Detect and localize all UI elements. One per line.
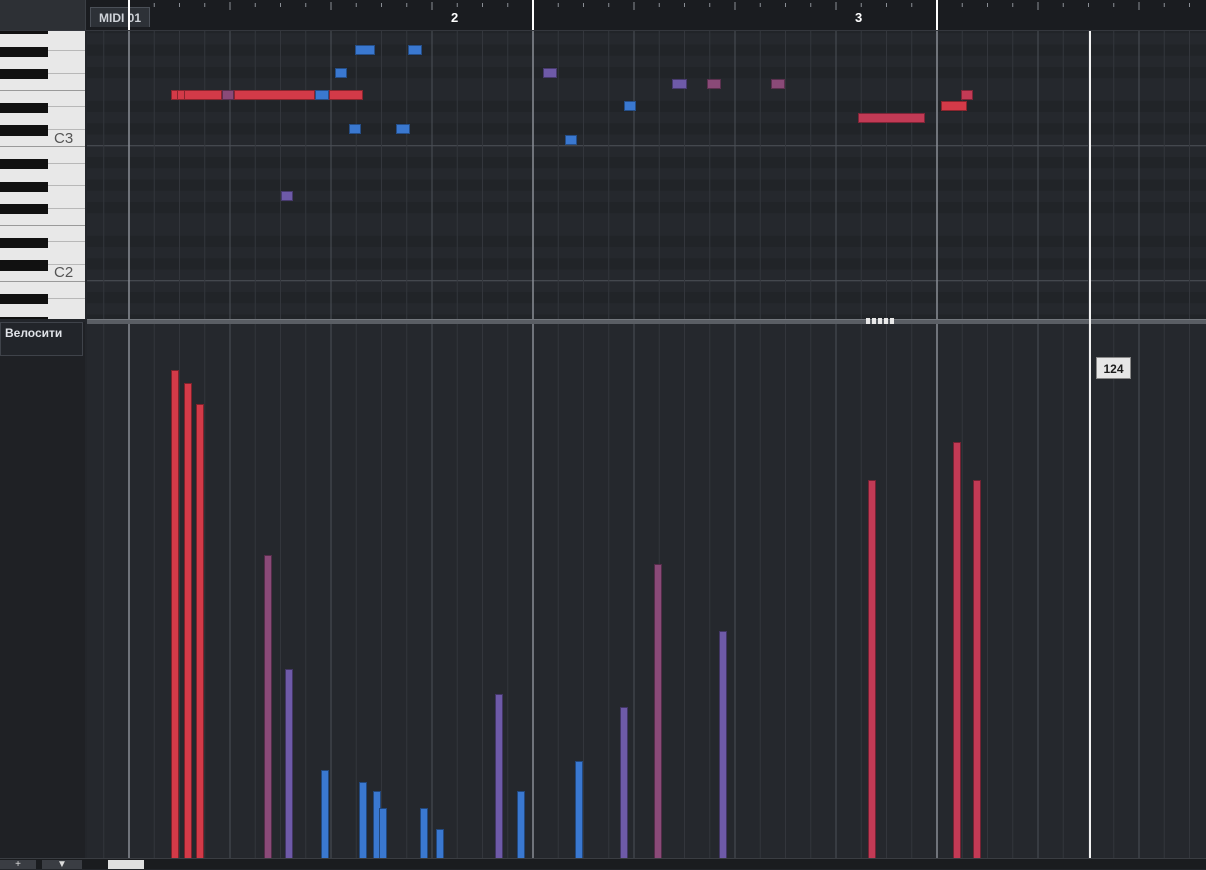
midi-note[interactable] xyxy=(941,101,968,112)
midi-note[interactable] xyxy=(234,90,315,101)
velocity-bar[interactable] xyxy=(494,694,503,858)
ruler-ticks: 2 3 xyxy=(128,0,1190,30)
black-key[interactable] xyxy=(0,46,48,57)
white-key-divider xyxy=(0,145,85,147)
black-key[interactable] xyxy=(0,204,48,215)
midi-note[interactable] xyxy=(328,90,364,101)
velocity-bar[interactable] xyxy=(973,479,982,858)
midi-note[interactable] xyxy=(314,90,329,101)
controller-lane-header: Велосити xyxy=(0,322,85,868)
midi-note[interactable] xyxy=(349,123,362,134)
black-key[interactable] xyxy=(0,31,48,35)
velocity-bar[interactable] xyxy=(379,807,388,858)
velocity-bar[interactable] xyxy=(419,807,428,858)
velocity-bar[interactable] xyxy=(619,706,628,858)
velocity-bar[interactable] xyxy=(183,382,192,858)
velocity-bar[interactable] xyxy=(654,563,663,858)
velocity-bar[interactable] xyxy=(359,782,368,858)
velocity-bar[interactable] xyxy=(516,790,525,858)
timeline-ruler[interactable]: MIDI 01 2 3 xyxy=(0,0,1206,31)
black-key[interactable] xyxy=(0,316,48,319)
midi-note[interactable] xyxy=(543,67,558,78)
velocity-grid-lines xyxy=(103,324,1190,858)
white-key-divider xyxy=(0,224,85,226)
velocity-bar[interactable] xyxy=(195,403,204,858)
velocity-bar[interactable] xyxy=(575,761,584,858)
black-key[interactable] xyxy=(0,159,48,170)
key-label-c3: C3 xyxy=(54,130,74,147)
black-key[interactable] xyxy=(0,237,48,248)
velocity-bar[interactable] xyxy=(718,630,727,858)
note-grid[interactable] xyxy=(87,31,1206,319)
midi-note[interactable] xyxy=(858,112,925,123)
velocity-bar[interactable] xyxy=(171,370,180,858)
midi-note[interactable] xyxy=(407,45,422,56)
key-label-c2: C2 xyxy=(54,264,74,281)
velocity-bar[interactable] xyxy=(320,769,329,858)
black-key[interactable] xyxy=(0,102,48,113)
velocity-bar[interactable] xyxy=(868,479,877,858)
midi-note[interactable] xyxy=(335,67,348,78)
project-cursor[interactable] xyxy=(1089,31,1091,858)
black-key[interactable] xyxy=(0,69,48,80)
midi-note[interactable] xyxy=(672,78,687,89)
velocity-lane[interactable] xyxy=(87,324,1206,858)
white-key-divider xyxy=(0,280,85,282)
black-key[interactable] xyxy=(0,181,48,192)
midi-note[interactable] xyxy=(565,135,578,146)
bar-2-number: 2 xyxy=(451,10,458,25)
black-key[interactable] xyxy=(0,125,48,136)
note-grid-lines xyxy=(87,31,1206,319)
velocity-bar[interactable] xyxy=(284,668,293,858)
velocity-bar[interactable] xyxy=(264,555,273,858)
white-key-divider xyxy=(0,89,85,91)
bar-3-number: 3 xyxy=(855,10,862,25)
velocity-bar[interactable] xyxy=(436,828,445,858)
midi-note[interactable] xyxy=(771,78,786,89)
black-key[interactable] xyxy=(0,260,48,271)
velocity-lane-title[interactable]: Велосити xyxy=(0,322,83,356)
midi-note[interactable] xyxy=(221,90,235,101)
velocity-bar[interactable] xyxy=(953,441,962,858)
black-key[interactable] xyxy=(0,294,48,305)
midi-note[interactable] xyxy=(961,90,974,101)
bottom-toolbar: + ▼ xyxy=(0,858,1206,870)
velocity-value-tooltip: 124 xyxy=(1096,357,1131,379)
midi-note[interactable] xyxy=(280,191,293,202)
midi-note[interactable] xyxy=(183,90,222,101)
midi-note[interactable] xyxy=(623,101,636,112)
midi-note[interactable] xyxy=(706,78,721,89)
midi-note[interactable] xyxy=(395,123,410,134)
midi-note[interactable] xyxy=(355,45,376,56)
key-editor: MIDI 01 2 3 C3 C2 Велосити 124 + ▼ xyxy=(0,0,1206,870)
piano-keyboard[interactable]: C3 C2 xyxy=(0,31,85,319)
